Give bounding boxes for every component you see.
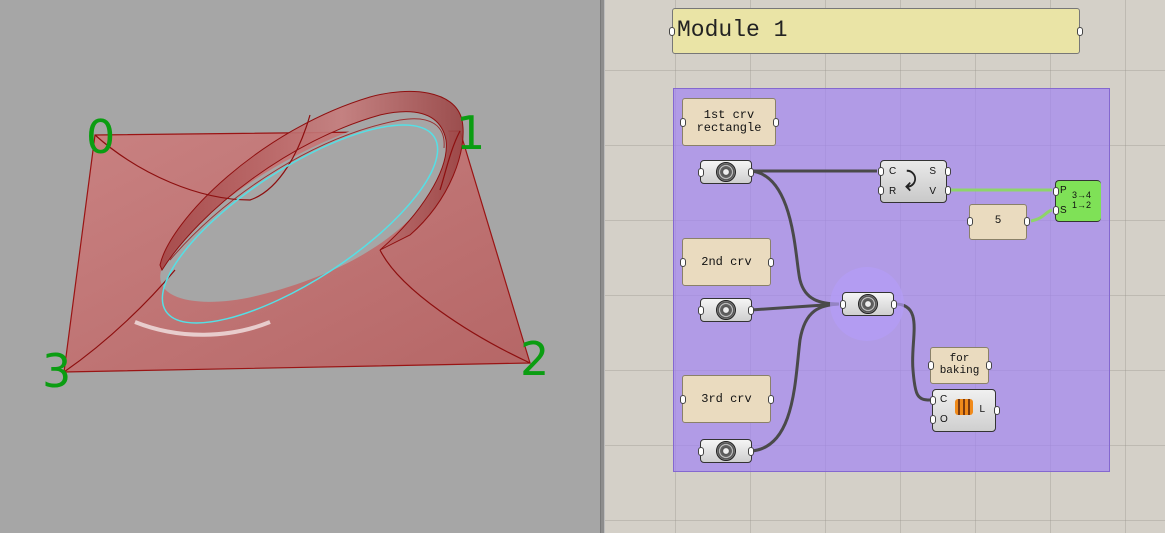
divide-grip-c[interactable]	[878, 167, 884, 176]
curve-param-1-output-grip[interactable]	[748, 168, 754, 177]
divide-output-v: V	[929, 186, 936, 197]
panel-1st-crv-output-grip[interactable]	[773, 118, 779, 127]
corner-label-0: 0	[86, 110, 116, 164]
panel-slider-input-grip[interactable]	[967, 217, 973, 226]
curve-param-3[interactable]	[700, 439, 752, 463]
panel-baking-input-grip[interactable]	[928, 361, 934, 370]
sort-input-s: S	[1060, 205, 1067, 216]
grasshopper-canvas[interactable]: Module 1 1st crv rectangle 2nd crv 3rd c…	[605, 0, 1165, 533]
curve-param-2-input-grip[interactable]	[698, 306, 704, 315]
divide-input-r: R	[889, 186, 897, 197]
curve-param-2-output-grip[interactable]	[748, 306, 754, 315]
divide-output-s: S	[929, 166, 936, 177]
panel-2nd-crv-input-grip[interactable]	[680, 258, 686, 267]
sort-points-component[interactable]: P S 3→4 1→2	[1055, 180, 1101, 222]
corner-label-3: 3	[42, 344, 72, 398]
panel-slider-value[interactable]: 5	[969, 204, 1027, 240]
divide-curve-component[interactable]: C R S V ⤸	[880, 160, 947, 203]
divide-input-c: C	[889, 166, 897, 177]
sort-input-p: P	[1060, 185, 1067, 196]
curve-param-1-input-grip[interactable]	[698, 168, 704, 177]
panel-3rd-crv-output-grip[interactable]	[768, 395, 774, 404]
curve-param-3-input-grip[interactable]	[698, 447, 704, 456]
merge-curve-param[interactable]	[842, 292, 894, 316]
viewport-drawing	[63, 90, 531, 373]
divide-grip-s[interactable]	[945, 167, 951, 176]
curve-param-icon	[716, 162, 736, 182]
sort-grip-p[interactable]	[1053, 187, 1059, 196]
loft-grip-l[interactable]	[994, 406, 1000, 415]
loft-input-o: O	[940, 414, 948, 425]
curve-param-icon	[858, 294, 878, 314]
divide-curve-icon: ⤸	[905, 169, 917, 191]
panel-2nd-crv-output-grip[interactable]	[768, 258, 774, 267]
corner-label-1: 1	[456, 106, 486, 160]
curve-param-1[interactable]	[700, 160, 752, 184]
loft-icon	[955, 399, 973, 415]
loft-output-l: L	[979, 404, 985, 415]
corner-label-2: 2	[520, 332, 550, 386]
divide-grip-r[interactable]	[878, 186, 884, 195]
curve-param-3-output-grip[interactable]	[748, 447, 754, 456]
panel-3rd-crv[interactable]: 3rd crv	[682, 375, 771, 423]
wire-slider-sort	[1030, 208, 1053, 223]
loft-grip-o[interactable]	[930, 415, 936, 424]
panel-baking-output-grip[interactable]	[986, 361, 992, 370]
loft-component[interactable]: C O L	[932, 389, 996, 432]
sort-glyph-icon: 3→4 1→2	[1072, 190, 1092, 210]
panel-for-baking[interactable]: for baking	[930, 347, 989, 384]
merge-param-input-grip[interactable]	[840, 300, 846, 309]
merge-param-output-grip[interactable]	[891, 300, 897, 309]
panel-1st-crv-input-grip[interactable]	[680, 118, 686, 127]
loft-grip-c[interactable]	[930, 396, 936, 405]
curve-param-2[interactable]	[700, 298, 752, 322]
sort-grip-s[interactable]	[1053, 206, 1059, 215]
divide-grip-v[interactable]	[945, 186, 951, 195]
rhino-viewport[interactable]: 0 1 2 3	[0, 0, 600, 533]
curve-param-icon	[716, 300, 736, 320]
loft-input-c: C	[940, 394, 948, 405]
panel-3rd-crv-input-grip[interactable]	[680, 395, 686, 404]
panel-slider-output-grip[interactable]	[1024, 217, 1030, 226]
curve-param-icon	[716, 441, 736, 461]
panel-2nd-crv[interactable]: 2nd crv	[682, 238, 771, 286]
panel-1st-crv[interactable]: 1st crv rectangle	[682, 98, 776, 146]
